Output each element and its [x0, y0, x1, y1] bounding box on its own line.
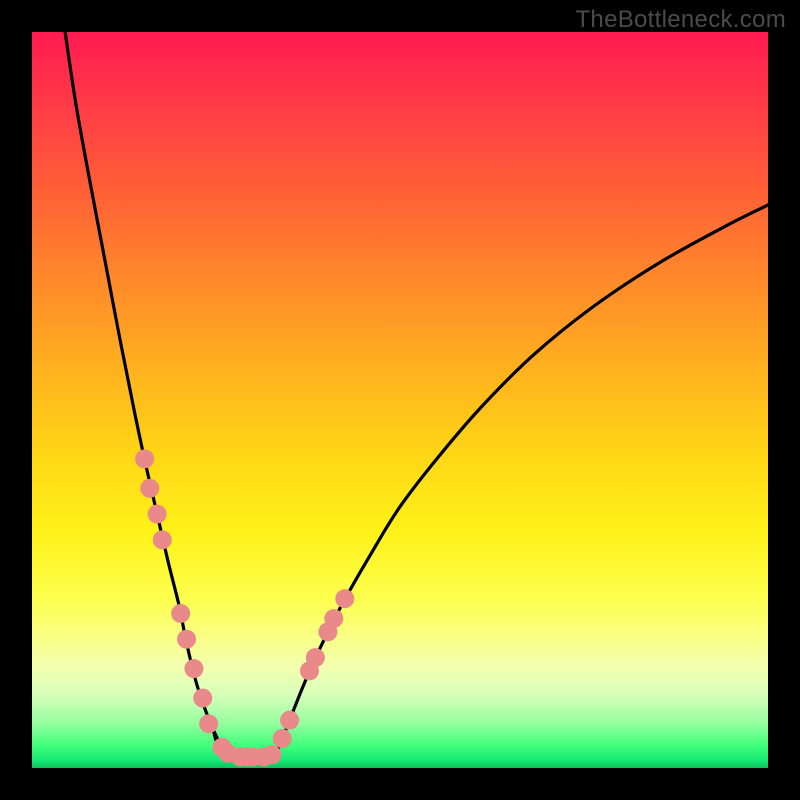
left-curve	[65, 32, 227, 757]
data-dot	[153, 530, 172, 549]
data-dot	[199, 714, 218, 733]
data-dot	[177, 630, 196, 649]
chart-svg	[32, 32, 768, 768]
data-dot	[148, 505, 167, 524]
plot-area	[32, 32, 768, 768]
watermark-text: TheBottleneck.com	[575, 6, 786, 34]
chart-frame: TheBottleneck.com	[0, 0, 800, 800]
data-dot	[171, 604, 190, 623]
data-dot	[306, 648, 325, 667]
data-dot	[184, 659, 203, 678]
data-dot	[140, 479, 159, 498]
data-dot	[280, 711, 299, 730]
data-dot	[273, 729, 292, 748]
data-dot	[193, 689, 212, 708]
data-dot	[262, 745, 281, 764]
right-curve	[275, 205, 768, 757]
data-dot	[335, 589, 354, 608]
data-dots-group	[135, 449, 354, 766]
data-dot	[324, 609, 343, 628]
data-dot	[135, 449, 154, 468]
